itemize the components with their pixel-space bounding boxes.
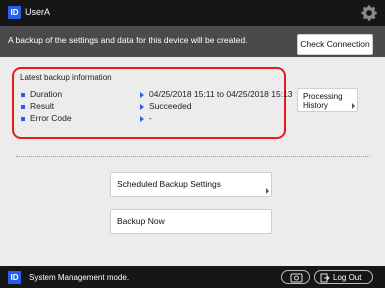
error-code-value: - [149,113,152,123]
mode-text: System Management mode. [29,273,130,282]
processing-history-button[interactable]: Processing History [297,88,358,112]
top-bar: ID UserA [0,0,385,26]
arrow-right-icon [140,116,144,122]
bullet-icon [21,117,25,121]
error-code-label: Error Code [30,113,72,123]
id-icon: ID [8,271,21,284]
backup-now-label: Backup Now [117,216,165,226]
gear-icon[interactable] [359,3,379,23]
key-button[interactable] [281,270,310,284]
result-label: Result [30,101,55,111]
arrow-right-icon [140,92,144,98]
backup-info-title: Latest backup information [20,73,112,82]
logout-icon [320,273,330,283]
backup-now-button[interactable]: Backup Now [110,209,272,234]
processing-history-label-line1: Processing [303,92,343,101]
chevron-right-icon [266,188,269,194]
scheduled-backup-settings-label: Scheduled Backup Settings [117,179,221,189]
info-message: A backup of the settings and data for th… [8,35,248,45]
bullet-icon [21,93,25,97]
divider [16,156,370,157]
check-connection-button[interactable]: Check Connection [297,34,373,55]
duration-label: Duration [30,89,63,99]
key-icon [290,273,303,283]
bottom-bar: ID System Management mode. Log Out [0,266,385,288]
scheduled-backup-settings-button[interactable]: Scheduled Backup Settings [110,172,272,197]
bullet-icon [21,105,25,109]
username: UserA [25,7,51,17]
duration-value: 04/25/2018 15:11 to 04/25/2018 15:13 [149,89,293,99]
chevron-right-icon [352,103,355,109]
arrow-right-icon [140,104,144,110]
processing-history-label-line2: History [303,101,328,110]
result-value: Succeeded [149,101,192,111]
id-icon: ID [8,6,21,19]
logout-button[interactable]: Log Out [314,270,373,284]
logout-label: Log Out [333,273,362,282]
